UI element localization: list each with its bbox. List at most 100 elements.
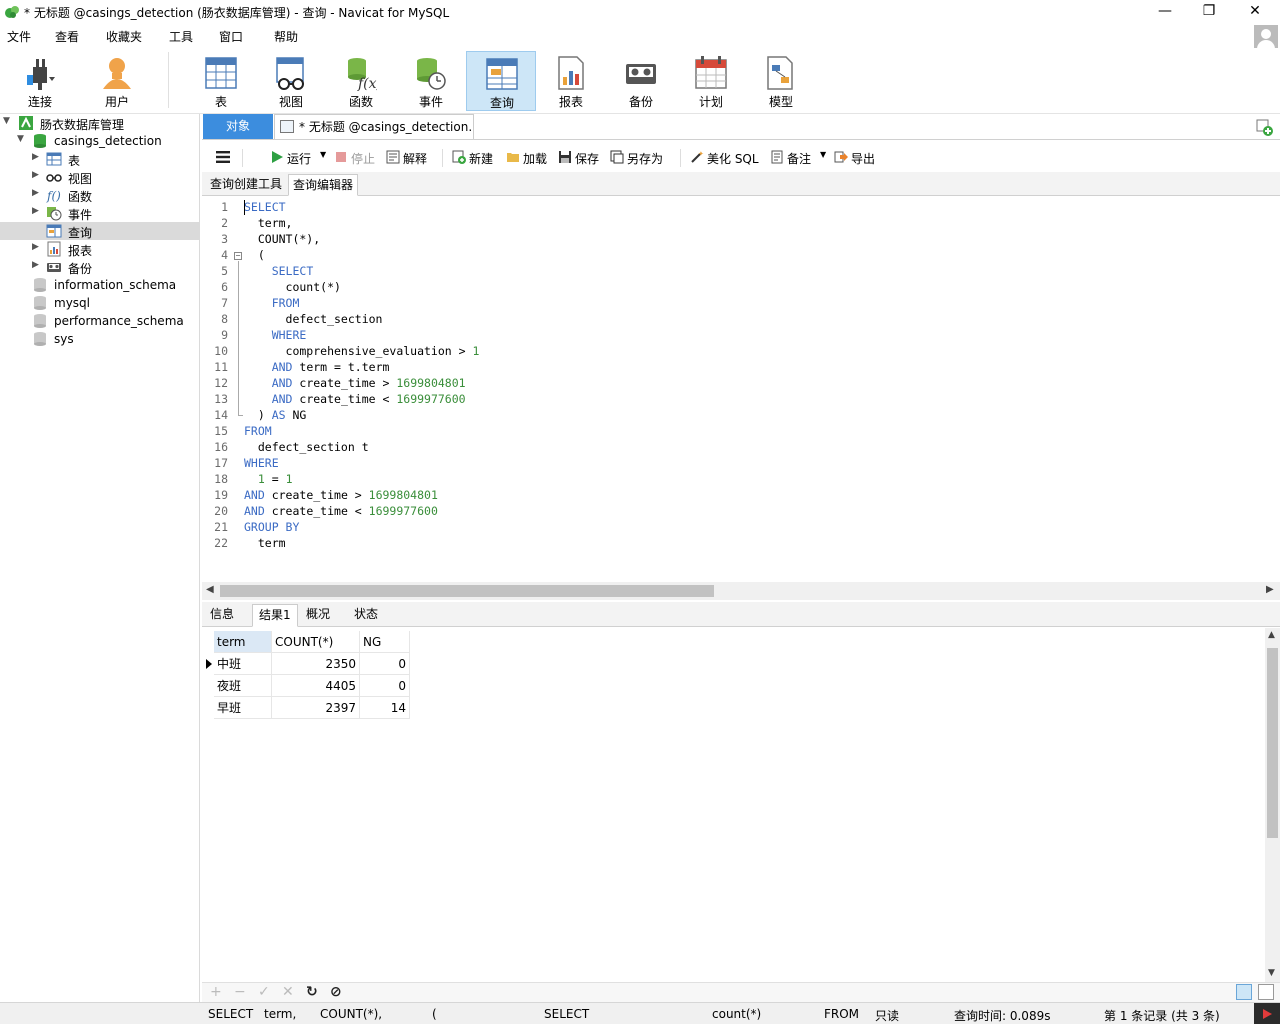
column-header-term[interactable]: term <box>214 631 272 653</box>
tree-database-information-schema[interactable]: information_schema <box>0 276 199 294</box>
table-cell[interactable]: 早班 <box>214 697 272 719</box>
add-record-icon[interactable]: + <box>210 984 222 1000</box>
sql-editor[interactable]: 1 SELECT 2 term, 3 COUNT(*), 4 (−5 SELECT 6 c… <box>202 196 1280 582</box>
dropdown-arrow-icon[interactable]: ▼ <box>820 150 826 159</box>
avatar[interactable] <box>1254 25 1278 49</box>
chevron-down-icon[interactable]: ▼ <box>17 134 24 144</box>
toolbar-function-button[interactable]: f(x) 函数 <box>326 51 396 111</box>
explain-button[interactable]: 解释 <box>386 149 434 167</box>
chevron-right-icon[interactable]: ▶ <box>32 152 39 162</box>
tree-object-function[interactable]: ▶ f() 函数 <box>0 186 199 204</box>
tab-query-builder[interactable]: 查询创建工具 <box>206 174 286 196</box>
menu-file[interactable]: 文件 <box>7 28 31 45</box>
code-line[interactable]: 15 FROM <box>202 424 1280 440</box>
code-line[interactable]: 13 AND create_time < 1699977600 <box>202 392 1280 408</box>
chevron-right-icon[interactable]: ▶ <box>32 242 39 252</box>
chevron-down-icon[interactable]: ▼ <box>3 116 10 126</box>
table-cell[interactable]: 2397 <box>272 697 360 719</box>
toolbar-connect-button[interactable]: 连接 <box>5 51 75 111</box>
tree-object-backup[interactable]: ▶ 备份 <box>0 258 199 276</box>
minimize-button[interactable]: — <box>1142 0 1188 24</box>
tree-object-query[interactable]: 查询 <box>0 222 199 240</box>
column-header-count[interactable]: COUNT(*) <box>272 631 360 653</box>
toolbar-schedule-button[interactable]: 计划 <box>676 51 746 111</box>
tree-object-report[interactable]: ▶ 报表 <box>0 240 199 258</box>
toolbar-event-button[interactable]: 事件 <box>396 51 466 111</box>
chevron-right-icon[interactable]: ▶ <box>32 188 39 198</box>
code-line[interactable]: 19 AND create_time > 1699804801 <box>202 488 1280 504</box>
menu-window[interactable]: 窗口 <box>219 28 243 45</box>
load-button[interactable]: 加载 <box>506 149 554 167</box>
code-line[interactable]: 7 FROM <box>202 296 1280 312</box>
save-as-button[interactable]: 另存为 <box>610 149 670 167</box>
code-line[interactable]: 2 term, <box>202 216 1280 232</box>
table-cell[interactable]: 14 <box>360 697 410 719</box>
column-header-ng[interactable]: NG <box>360 631 410 653</box>
tab-query[interactable]: * 无标题 @casings_detection... <box>274 114 474 139</box>
tab-profile[interactable]: 概况 <box>300 604 336 627</box>
refresh-icon[interactable]: ↻ <box>306 984 318 1000</box>
delete-record-icon[interactable]: − <box>234 984 246 1000</box>
chevron-right-icon[interactable]: ▶ <box>32 206 39 216</box>
tree-database-performance-schema[interactable]: performance_schema <box>0 312 199 330</box>
editor-horizontal-scrollbar[interactable]: ◀ ▶ <box>202 582 1280 600</box>
code-line[interactable]: 10 comprehensive_evaluation > 1 <box>202 344 1280 360</box>
toolbar-view-button[interactable]: 视图 <box>256 51 326 111</box>
code-line[interactable]: 21 GROUP BY <box>202 520 1280 536</box>
table-cell[interactable]: 0 <box>360 653 410 675</box>
toolbar-backup-button[interactable]: 备份 <box>606 51 676 111</box>
code-line[interactable]: 20 AND create_time < 1699977600 <box>202 504 1280 520</box>
comment-button[interactable]: 备注 ▼ <box>770 149 830 167</box>
tree-object-event[interactable]: ▶ 事件 <box>0 204 199 222</box>
table-cell[interactable]: 中班 <box>214 653 272 675</box>
stop-button[interactable]: 停止 <box>334 149 380 167</box>
flag-icon[interactable] <box>1254 1003 1280 1024</box>
code-line[interactable]: 18 1 = 1 <box>202 472 1280 488</box>
tree-object-view[interactable]: ▶ 视图 <box>0 168 199 186</box>
code-line[interactable]: 14 ) AS NG <box>202 408 1280 424</box>
tab-info[interactable]: 信息 <box>204 604 240 627</box>
tree-database-sys[interactable]: sys <box>0 330 199 348</box>
menu-help[interactable]: 帮助 <box>274 28 298 45</box>
scrollbar-thumb[interactable] <box>220 585 714 597</box>
scroll-down-icon[interactable]: ▼ <box>1268 968 1275 978</box>
run-button[interactable]: 运行 ▼ <box>270 149 332 167</box>
tab-status[interactable]: 状态 <box>348 604 384 627</box>
fold-toggle-icon[interactable]: − <box>234 252 242 260</box>
discard-icon[interactable]: ✕ <box>282 984 294 1000</box>
form-view-toggle-icon[interactable] <box>1258 984 1274 1000</box>
code-line[interactable]: 3 COUNT(*), <box>202 232 1280 248</box>
tree-database-mysql[interactable]: mysql <box>0 294 199 312</box>
table-cell[interactable]: 4405 <box>272 675 360 697</box>
code-line[interactable]: 22 term <box>202 536 1280 552</box>
toolbar-query-button[interactable]: 查询 <box>466 51 536 111</box>
chevron-right-icon[interactable]: ▶ <box>32 170 39 180</box>
export-button[interactable]: 导出 <box>834 149 884 167</box>
code-line[interactable]: 8 defect_section <box>202 312 1280 328</box>
grid-vertical-scrollbar[interactable]: ▲ ▼ <box>1265 628 1280 982</box>
new-query-button[interactable]: 新建 <box>452 149 500 167</box>
table-cell[interactable]: 0 <box>360 675 410 697</box>
scrollbar-thumb[interactable] <box>1267 648 1278 838</box>
code-line[interactable]: 16 defect_section t <box>202 440 1280 456</box>
tab-result1[interactable]: 结果1 <box>252 604 298 627</box>
menu-view[interactable]: 查看 <box>55 28 79 45</box>
chevron-right-icon[interactable]: ▶ <box>32 260 39 270</box>
apply-icon[interactable]: ✓ <box>258 984 270 1000</box>
code-line[interactable]: 12 AND create_time > 1699804801 <box>202 376 1280 392</box>
close-button[interactable]: ✕ <box>1232 0 1278 24</box>
new-tab-icon[interactable] <box>1254 117 1274 137</box>
toolbar-table-button[interactable]: 表 <box>186 51 256 111</box>
table-cell[interactable]: 夜班 <box>214 675 272 697</box>
tree-database[interactable]: ▼ casings_detection <box>0 132 199 150</box>
code-line[interactable]: 6 count(*) <box>202 280 1280 296</box>
code-line[interactable]: 4 (− <box>202 248 1280 264</box>
toolbar-report-button[interactable]: 报表 <box>536 51 606 111</box>
maximize-button[interactable]: ❐ <box>1186 0 1232 24</box>
tab-objects[interactable]: 对象 <box>203 114 273 139</box>
dropdown-arrow-icon[interactable]: ▼ <box>320 150 326 159</box>
code-line[interactable]: 11 AND term = t.term <box>202 360 1280 376</box>
scroll-left-icon[interactable]: ◀ <box>206 584 214 595</box>
hamburger-menu-icon[interactable] <box>216 150 230 164</box>
tab-query-editor[interactable]: 查询编辑器 <box>288 174 359 196</box>
